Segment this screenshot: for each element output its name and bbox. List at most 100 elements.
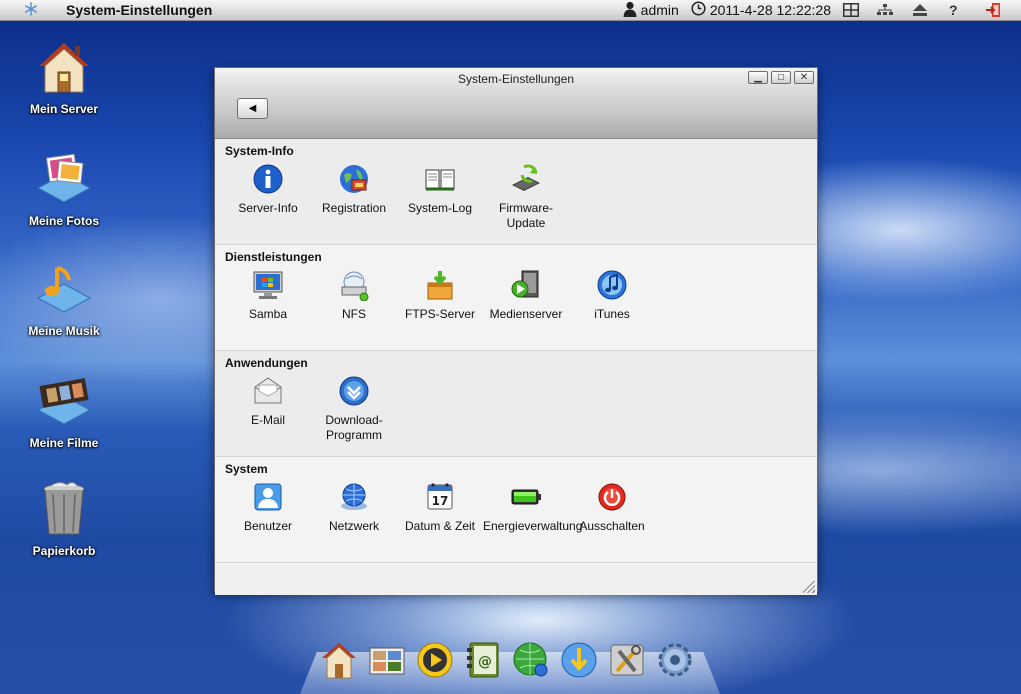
- setting-energieverwaltung[interactable]: Energieverwaltung: [483, 481, 583, 534]
- window-footer: [215, 563, 817, 595]
- setting-label: Ausschalten: [579, 519, 645, 533]
- registration-globe-icon: [338, 163, 370, 195]
- setting-itunes[interactable]: iTunes: [569, 269, 655, 322]
- desktop-icon-meine-musik[interactable]: Meine Musik: [14, 260, 114, 338]
- desktop-grid-icon[interactable]: [843, 3, 877, 17]
- samba-monitor-icon: [252, 269, 284, 301]
- photos-icon: [35, 150, 93, 208]
- app-title: System-Einstellungen: [66, 2, 213, 18]
- setting-label: E-Mail: [250, 413, 285, 427]
- section-dienstleistungen: Dienstleistungen Samba NFS FTPS-Server M…: [215, 245, 817, 351]
- setting-label: Benutzer: [243, 519, 293, 533]
- setting-download-programm[interactable]: Download- Programm: [311, 375, 397, 443]
- eject-icon[interactable]: [913, 4, 949, 16]
- maximize-icon: □: [777, 72, 785, 83]
- minimize-icon: ▁: [754, 72, 762, 83]
- desktop-icon-meine-fotos[interactable]: Meine Fotos: [14, 150, 114, 228]
- desktop-icon-mein-server[interactable]: Mein Server: [14, 38, 114, 116]
- calendar-icon: 17: [424, 481, 456, 513]
- info-icon: [252, 163, 284, 195]
- tools-dock-icon: [610, 644, 644, 676]
- clock[interactable]: 2011-4-28 12:22:28: [691, 1, 831, 19]
- window-title: System-Einstellungen: [457, 72, 575, 86]
- dock-item-network[interactable]: [512, 640, 550, 680]
- section-system: System Benutzer Netzwerk 17 Datum & Zeit: [215, 457, 817, 563]
- mediaserver-icon: [510, 269, 542, 301]
- setting-label: iTunes: [594, 307, 630, 321]
- maximize-button[interactable]: □: [771, 71, 791, 84]
- user-icon: [623, 1, 637, 20]
- setting-label: Download- Programm: [325, 413, 383, 442]
- help-icon[interactable]: ?: [949, 2, 985, 18]
- setting-medienserver[interactable]: Medienserver: [483, 269, 569, 322]
- settings-dock-icon: [658, 643, 692, 677]
- network-dock-icon: [513, 642, 548, 677]
- resize-grip-icon[interactable]: [803, 581, 815, 593]
- section-title: Anwendungen: [225, 356, 308, 370]
- section-title: System: [225, 462, 268, 476]
- photo-dock-icon: [369, 647, 405, 675]
- desktop-icon-label: Mein Server: [29, 102, 99, 116]
- desktop-icon-meine-filme[interactable]: Meine Filme: [14, 372, 114, 450]
- logout-icon[interactable]: [985, 2, 1021, 18]
- section-system-info: System-Info Server-Info Registration Sys…: [215, 139, 817, 245]
- window-controls: ▁ □ ✕: [748, 71, 814, 84]
- desktop-icon-label: Meine Musik: [28, 324, 100, 338]
- setting-label: Datum & Zeit: [404, 519, 476, 533]
- home-dock-icon: [322, 643, 356, 679]
- back-button[interactable]: ◀: [237, 98, 268, 119]
- back-arrow-icon: ◀: [248, 103, 257, 114]
- desktop-icon-label: Meine Filme: [29, 436, 99, 450]
- snowflake-logo-icon[interactable]: [20, 1, 42, 19]
- dock-item-home[interactable]: [320, 640, 358, 680]
- dock: @: [320, 640, 694, 680]
- setting-label: Server-Info: [238, 201, 298, 215]
- setting-samba[interactable]: Samba: [225, 269, 311, 322]
- setting-benutzer[interactable]: Benutzer: [225, 481, 311, 534]
- calendar-day: 17: [432, 494, 449, 508]
- datetime: 2011-4-28 12:22:28: [709, 2, 831, 18]
- dock-item-contacts[interactable]: @: [464, 640, 502, 680]
- setting-email[interactable]: E-Mail: [225, 375, 311, 443]
- setting-ausschalten[interactable]: Ausschalten: [569, 481, 655, 534]
- dock-item-photos[interactable]: [368, 640, 406, 680]
- contacts-dock-icon: @: [467, 642, 499, 678]
- film-icon: [35, 372, 93, 430]
- music-icon: [35, 260, 93, 318]
- user-menu[interactable]: admin: [623, 1, 679, 20]
- mail-envelope-icon: [252, 375, 284, 407]
- trash-icon: [35, 480, 93, 538]
- clock-icon: [691, 1, 706, 19]
- setting-system-log[interactable]: System-Log: [397, 163, 483, 231]
- power-icon: [596, 481, 628, 513]
- minimize-button[interactable]: ▁: [748, 71, 768, 84]
- setting-label: FTPS-Server: [404, 307, 475, 321]
- system-settings-window: System-Einstellungen ▁ □ ✕ ◀ System-Info…: [214, 67, 818, 595]
- network-status-icon[interactable]: [877, 4, 913, 16]
- dock-item-download[interactable]: [560, 640, 598, 680]
- setting-ftps-server[interactable]: FTPS-Server: [397, 269, 483, 322]
- log-book-icon: [424, 163, 456, 195]
- setting-firmware-update[interactable]: Firmware- Update: [483, 163, 569, 231]
- section-title: Dienstleistungen: [225, 250, 322, 264]
- setting-label: Samba: [248, 307, 288, 321]
- setting-label: NFS: [342, 307, 366, 321]
- ftps-box-icon: [424, 269, 456, 301]
- setting-server-info[interactable]: Server-Info: [225, 163, 311, 231]
- close-button[interactable]: ✕: [794, 71, 814, 84]
- setting-datum-zeit[interactable]: 17 Datum & Zeit: [397, 481, 483, 534]
- download-icon: [338, 375, 370, 407]
- window-titlebar[interactable]: System-Einstellungen ▁ □ ✕ ◀: [215, 68, 817, 139]
- close-icon: ✕: [799, 72, 809, 83]
- dock-item-settings[interactable]: [656, 640, 694, 680]
- setting-label: Energieverwaltung: [483, 519, 583, 533]
- itunes-icon: [596, 269, 628, 301]
- dock-item-player[interactable]: [416, 640, 454, 680]
- setting-label: Registration: [321, 201, 387, 215]
- desktop-icon-papierkorb[interactable]: Papierkorb: [14, 480, 114, 558]
- dock-item-tools[interactable]: [608, 640, 646, 680]
- setting-netzwerk[interactable]: Netzwerk: [311, 481, 397, 534]
- setting-registration[interactable]: Registration: [311, 163, 397, 231]
- user-icon: [252, 481, 284, 513]
- setting-nfs[interactable]: NFS: [311, 269, 397, 322]
